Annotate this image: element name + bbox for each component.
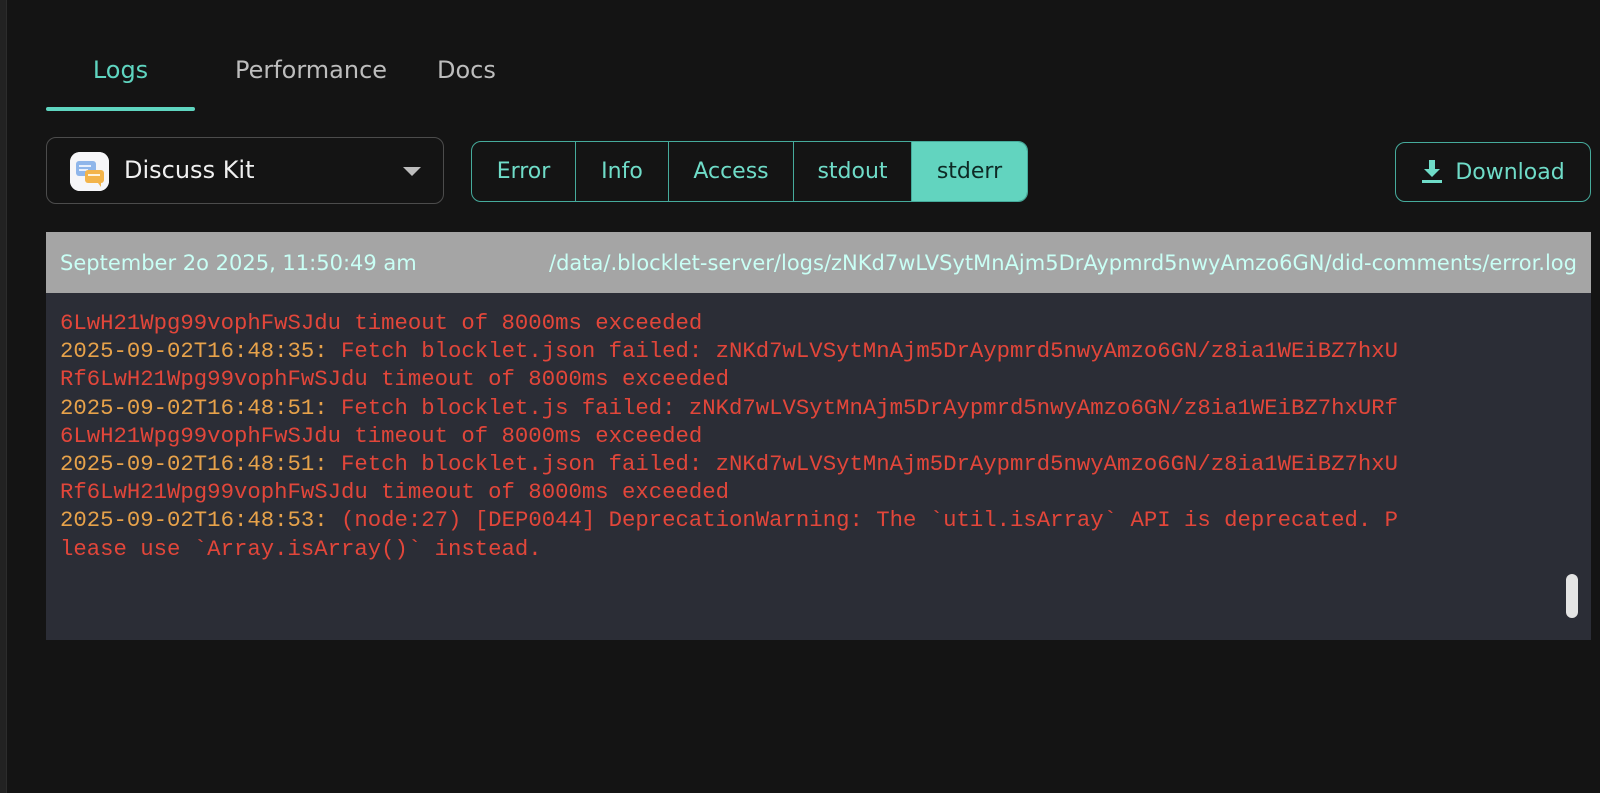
log-line: 2025-09-02T16:48:51: Fetch blocklet.js f… [60, 394, 1551, 422]
log-line-timestamp: 2025-09-02T16:48:51: [60, 451, 341, 478]
download-button[interactable]: Download [1395, 142, 1591, 202]
tab-docs[interactable]: Docs [427, 40, 527, 111]
tab-performance[interactable]: Performance [195, 40, 427, 111]
log-type-group: Error Info Access stdout stderr [471, 141, 1028, 202]
log-line-text: 6LwH21Wpg99vophFwSJdu timeout of 8000ms … [60, 310, 703, 336]
log-line: lease use `Array.isArray()` instead. [60, 535, 1551, 563]
tab-logs[interactable]: Logs [46, 40, 195, 111]
log-type-stderr[interactable]: stderr [912, 142, 1027, 201]
log-line-text: 6LwH21Wpg99vophFwSJdu timeout of 8000ms … [60, 422, 703, 449]
log-line: 2025-09-02T16:48:51: Fetch blocklet.json… [60, 450, 1551, 478]
blocklet-select[interactable]: Discuss Kit [46, 137, 444, 204]
log-line-text: Fetch blocklet.json failed: zNKd7wLVSytM… [341, 451, 1399, 478]
log-type-stdout-label: stdout [817, 159, 888, 184]
log-type-access-label: Access [693, 159, 769, 184]
sidebar-edge [0, 0, 7, 793]
log-type-stdout[interactable]: stdout [794, 142, 912, 201]
log-line-timestamp: 2025-09-02T16:48:51: [60, 394, 341, 421]
log-line: 2025-09-02T16:48:35: Fetch blocklet.json… [60, 337, 1551, 365]
log-line-text: (node:27) [DEP0044] DeprecationWarning: … [341, 507, 1399, 534]
discuss-kit-logo-icon [70, 152, 109, 191]
log-line-timestamp: 2025-09-02T16:48:53: [60, 507, 341, 534]
log-type-error-label: Error [496, 159, 551, 184]
log-timestamp: September 2o 2025, 11:50:49 am [60, 250, 417, 275]
log-output[interactable]: 6LwH21Wpg99vophFwSJdu timeout of 8000ms … [46, 293, 1591, 640]
log-line-text: lease use `Array.isArray()` instead. [60, 535, 542, 562]
log-line: Rf6LwH21Wpg99vophFwSJdu timeout of 8000m… [60, 478, 1551, 506]
log-type-stderr-label: stderr [936, 159, 1003, 184]
log-line-text: Rf6LwH21Wpg99vophFwSJdu timeout of 8000m… [60, 366, 730, 393]
tab-logs-label: Logs [92, 56, 149, 84]
log-line: Rf6LwH21Wpg99vophFwSJdu timeout of 8000m… [60, 365, 1551, 393]
log-scrollbar-thumb[interactable] [1566, 574, 1578, 618]
download-icon [1421, 160, 1443, 184]
log-file-header: September 2o 2025, 11:50:49 am /data/.bl… [46, 232, 1591, 293]
log-type-info-label: Info [601, 159, 643, 184]
log-type-access[interactable]: Access [669, 142, 794, 201]
log-line: 6LwH21Wpg99vophFwSJdu timeout of 8000ms … [60, 309, 1551, 337]
log-line-text: Fetch blocklet.js failed: zNKd7wLVSytMnA… [341, 394, 1399, 421]
download-label: Download [1455, 159, 1565, 185]
log-type-info[interactable]: Info [576, 142, 669, 201]
log-line-text: Fetch blocklet.json failed: zNKd7wLVSytM… [341, 338, 1399, 365]
log-type-error[interactable]: Error [472, 142, 576, 201]
log-line: 6LwH21Wpg99vophFwSJdu timeout of 8000ms … [60, 422, 1551, 450]
tab-docs-label: Docs [437, 56, 496, 84]
chevron-down-icon [403, 167, 421, 176]
log-file-path: /data/.blocklet-server/logs/zNKd7wLVSytM… [549, 250, 1577, 275]
tab-bar: Logs Performance Docs [46, 40, 527, 111]
log-line: 2025-09-02T16:48:53: (node:27) [DEP0044]… [60, 506, 1551, 534]
blocklet-select-value: Discuss Kit [124, 156, 255, 184]
tab-performance-label: Performance [234, 56, 388, 84]
log-line-timestamp: 2025-09-02T16:48:35: [60, 338, 341, 365]
log-line-text: Rf6LwH21Wpg99vophFwSJdu timeout of 8000m… [60, 479, 730, 506]
